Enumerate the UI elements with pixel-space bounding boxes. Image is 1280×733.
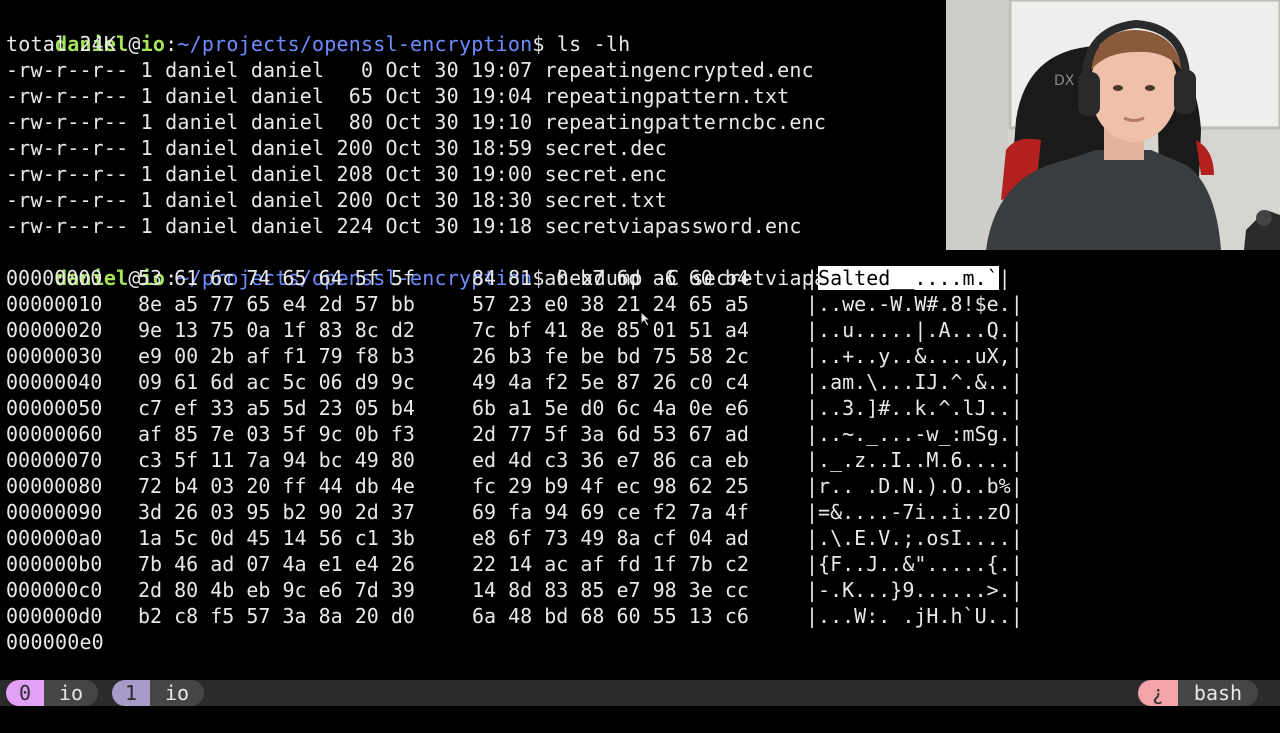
command-text: ls -lh xyxy=(544,32,631,56)
window-tab-1[interactable]: io xyxy=(150,680,204,706)
ls-file-row: -rw-r--r-- 1 daniel daniel 0 Oct 30 19:0… xyxy=(6,58,814,82)
hex-bytes-group-2: fc 29 b9 4f ec 98 62 25 xyxy=(472,474,749,498)
hex-bytes-group-1: 09 61 6d ac 5c 06 d9 9c xyxy=(138,370,415,394)
hex-offset: 00000030 xyxy=(6,344,103,368)
hex-bytes-group-2: 6a 48 bd 68 60 55 13 c6 xyxy=(472,604,749,628)
hex-bytes-group-2: 69 fa 94 69 ce f2 7a 4f xyxy=(472,500,749,524)
hex-ascii: |=&....-7i..i..zO| xyxy=(806,500,1023,524)
hex-ascii: |Salted__....m.`| xyxy=(806,265,1011,291)
prompt-host: io xyxy=(140,32,166,56)
hex-ascii: |..we.-W.W#.8!$e.| xyxy=(806,292,1023,316)
hex-bytes-group-1: 8e a5 77 65 e4 2d 57 bb xyxy=(138,292,415,316)
hex-ascii: |..3.]#..k.^.lJ..| xyxy=(806,396,1023,420)
hex-offset: 00000040 xyxy=(6,370,103,394)
hex-bytes-group-2: 84 81 a0 b7 6d a6 60 b4 xyxy=(472,266,749,290)
hex-bytes-group-2: e8 6f 73 49 8a cf 04 ad xyxy=(472,526,749,550)
hex-bytes-group-2: 6b a1 5e d0 6c 4a 0e e6 xyxy=(472,396,749,420)
hex-offset: 000000c0 xyxy=(6,578,103,602)
hex-ascii: |...W:. .jH.h`U..| xyxy=(806,604,1023,628)
hex-bytes-group-1: c3 5f 11 7a 94 bc 49 80 xyxy=(138,448,415,472)
prompt-line: daniel@io:~/projects/openssl-encryption$… xyxy=(6,5,630,56)
hex-ascii: |.am.\...IJ.^.&..| xyxy=(806,370,1023,394)
hex-offset: 000000b0 xyxy=(6,552,103,576)
webcam-image: DX xyxy=(946,0,1280,250)
hex-bytes-group-1: 9e 13 75 0a 1f 83 8c d2 xyxy=(138,318,415,342)
hex-bytes-group-2: 2d 77 5f 3a 6d 53 67 ad xyxy=(472,422,749,446)
hexdump-end-offset: 000000e0 xyxy=(6,630,104,654)
hex-offset: 00000080 xyxy=(6,474,103,498)
mouse-pointer-icon xyxy=(640,311,652,327)
ascii-selection[interactable]: Salted__....m.` xyxy=(818,266,999,290)
prompt-line: daniel@io:~/projects/openssl-encryption$… xyxy=(6,239,949,290)
prompt-colon: : xyxy=(165,32,178,56)
hex-offset: 000000d0 xyxy=(6,604,103,628)
status-bar-padding xyxy=(0,706,1280,720)
hex-offset: 000000a0 xyxy=(6,526,103,550)
hex-ascii: |..u.....|.A...Q.| xyxy=(806,318,1023,342)
active-prompt-line[interactable]: daniel@io:~/projects/openssl-encryption$ xyxy=(6,655,548,707)
hex-bytes-group-2: 22 14 ac af fd 1f 7b c2 xyxy=(472,552,749,576)
ls-file-row: -rw-r--r-- 1 daniel daniel 65 Oct 30 19:… xyxy=(6,84,790,108)
hex-bytes-group-1: e9 00 2b af f1 79 f8 b3 xyxy=(138,344,415,368)
hex-ascii: |..~._...-w_:mSg.| xyxy=(806,422,1023,446)
hex-ascii: |..+..y..&....uX,| xyxy=(806,344,1023,368)
svg-text:DX: DX xyxy=(1054,73,1075,89)
hex-bytes-group-1: c7 ef 33 a5 5d 23 05 b4 xyxy=(138,396,415,420)
hex-offset: 00000010 xyxy=(6,292,103,316)
hex-bytes-group-2: ed 4d c3 36 e7 86 ca eb xyxy=(472,448,749,472)
hex-bytes-group-2: 57 23 e0 38 21 24 65 a5 xyxy=(472,292,749,316)
hex-bytes-group-2: 26 b3 fe be bd 75 58 2c xyxy=(472,344,749,368)
hex-bytes-group-1: 1a 5c 0d 45 14 56 c1 3b xyxy=(138,526,415,550)
hex-offset: 00000070 xyxy=(6,448,103,472)
hex-bytes-group-2: 49 4a f2 5e 87 26 c0 c4 xyxy=(472,370,749,394)
ls-total: total 24K xyxy=(6,32,117,56)
hex-offset: 00000000 xyxy=(6,266,103,290)
prompt-dollar: $ xyxy=(532,32,545,56)
ls-file-row: -rw-r--r-- 1 daniel daniel 224 Oct 30 19… xyxy=(6,214,802,238)
hex-bytes-group-1: 2d 80 4b eb 9c e6 7d 39 xyxy=(138,578,415,602)
webcam-overlay: DX xyxy=(946,0,1280,250)
hex-offset: 00000090 xyxy=(6,500,103,524)
prompt-at: @ xyxy=(128,32,141,56)
ascii-bar: | xyxy=(998,266,1011,290)
hex-ascii: |{F..J..&".....{.| xyxy=(806,552,1023,576)
hex-bytes-group-1: 53 61 6c 74 65 64 5f 5f xyxy=(138,266,415,290)
ls-file-row: -rw-r--r-- 1 daniel daniel 208 Oct 30 19… xyxy=(6,162,668,186)
hex-bytes-group-1: af 85 7e 03 5f 9c 0b f3 xyxy=(138,422,415,446)
ls-file-row: -rw-r--r-- 1 daniel daniel 200 Oct 30 18… xyxy=(6,136,668,160)
hex-bytes-group-1: 7b 46 ad 07 4a e1 e4 26 xyxy=(138,552,415,576)
hex-bytes-group-1: b2 c8 f5 57 3a 8a 20 d0 xyxy=(138,604,415,628)
hex-offset: 00000060 xyxy=(6,422,103,446)
tmux-status-bar: 0 io 1 io ¿ bash xyxy=(0,680,1280,706)
hex-offset: 00000050 xyxy=(6,396,103,420)
ascii-bar: | xyxy=(806,266,819,290)
hex-ascii: |.\.E.V.;.osI....| xyxy=(806,526,1023,550)
window-tab-0[interactable]: io xyxy=(44,680,98,706)
hex-ascii: |-.K...}9......>.| xyxy=(806,578,1023,602)
hex-bytes-group-2: 7c bf 41 8e 85 01 51 a4 xyxy=(472,318,749,342)
hex-bytes-group-2: 14 8d 83 85 e7 98 3e cc xyxy=(472,578,749,602)
hex-bytes-group-1: 3d 26 03 95 b2 90 2d 37 xyxy=(138,500,415,524)
hex-ascii: |r.. .D.N.).O..b%| xyxy=(806,474,1023,498)
hex-bytes-group-1: 72 b4 03 20 ff 44 db 4e xyxy=(138,474,415,498)
ls-file-row: -rw-r--r-- 1 daniel daniel 200 Oct 30 18… xyxy=(6,188,668,212)
hex-offset: 00000020 xyxy=(6,318,103,342)
prompt-path: ~/projects/openssl-encryption xyxy=(177,32,533,56)
window-index-0[interactable]: 0 xyxy=(6,680,44,706)
session-label: bash xyxy=(1178,680,1258,706)
hex-ascii: |._.z..I..M.6....| xyxy=(806,448,1023,472)
window-index-1[interactable]: 1 xyxy=(112,680,150,706)
ls-file-row: -rw-r--r-- 1 daniel daniel 80 Oct 30 19:… xyxy=(6,110,827,134)
session-icon: ¿ xyxy=(1138,680,1178,706)
